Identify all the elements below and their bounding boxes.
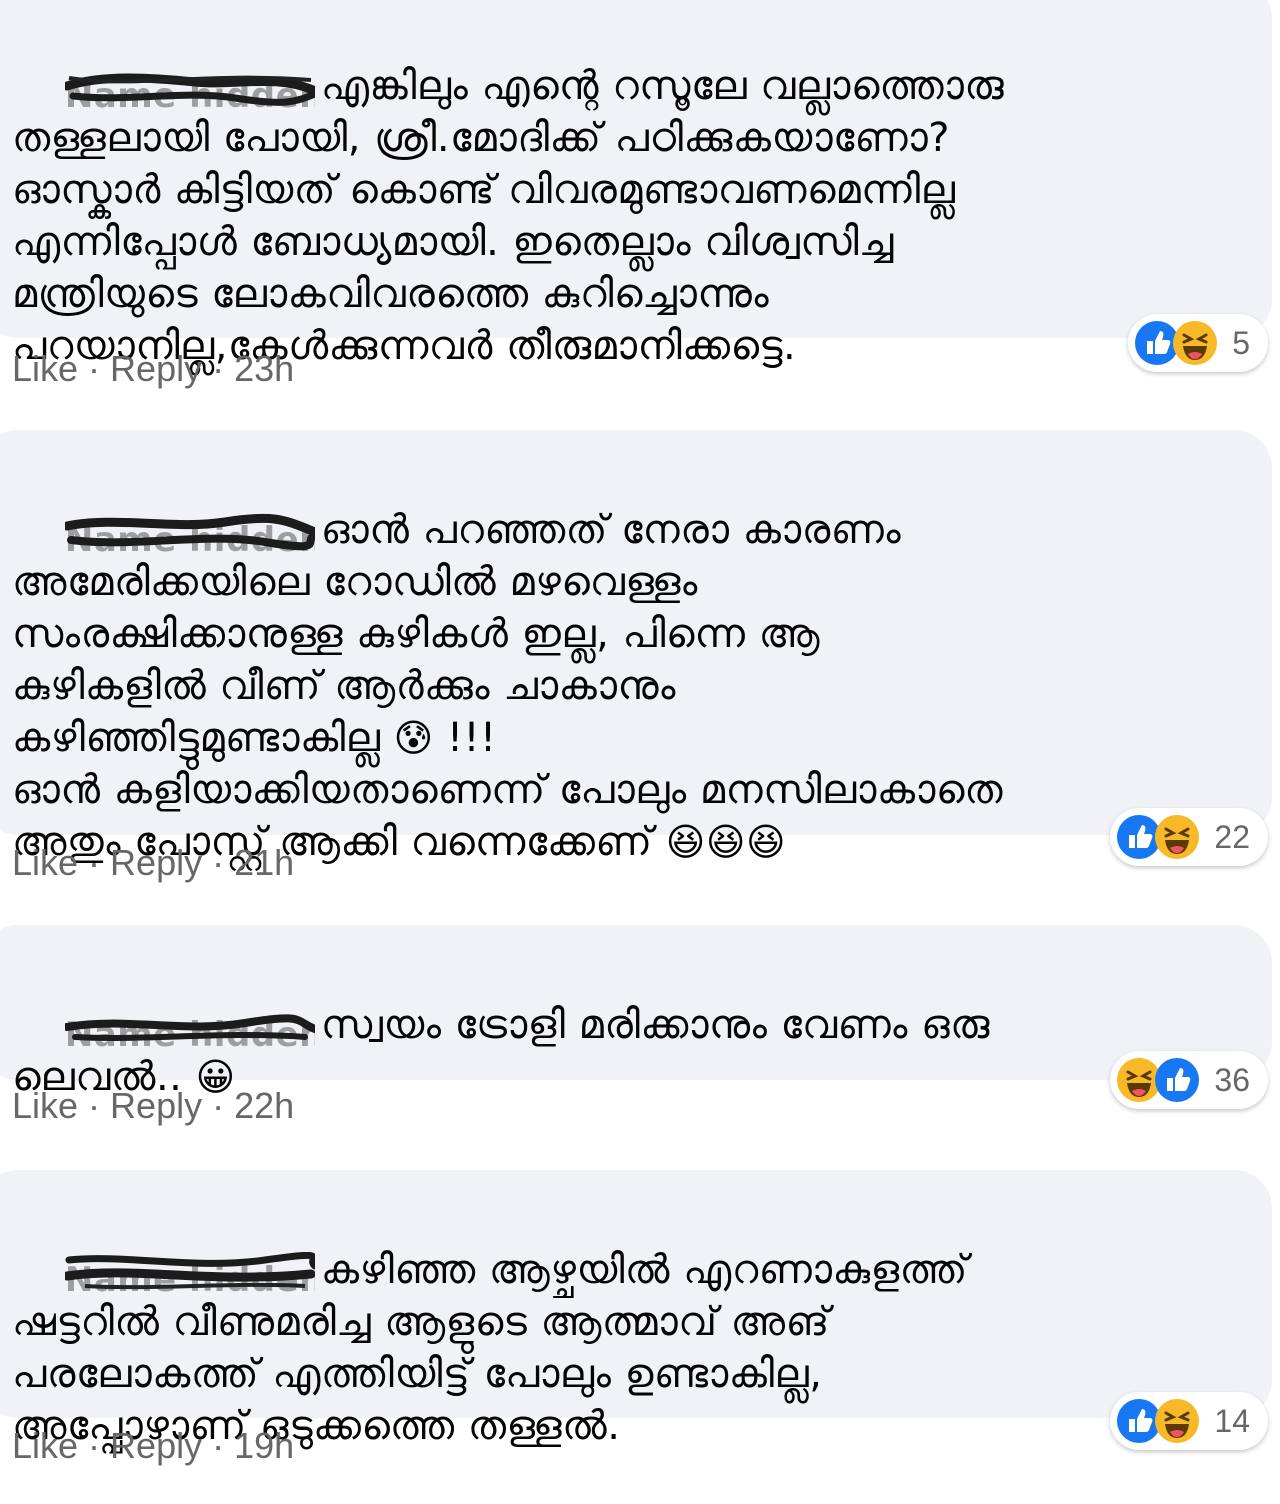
separator-dot: ·	[212, 842, 225, 883]
author-name-redacted[interactable]: Name hidden	[64, 1007, 315, 1047]
comment-timestamp[interactable]: 23h	[234, 348, 294, 390]
reply-link[interactable]: Reply	[110, 348, 202, 390]
comment-timestamp[interactable]: 19h	[234, 1425, 294, 1467]
separator-dot: ·	[88, 842, 101, 883]
reaction-count: 5	[1232, 324, 1250, 361]
haha-icon	[1155, 1399, 1200, 1443]
comment: Name hidden എങ്കിലും എന്റെ റസൂലേ വല്ലാത്…	[0, 0, 1280, 400]
reply-link[interactable]: Reply	[110, 1085, 202, 1127]
like-icon	[1155, 1058, 1200, 1102]
reaction-count: 22	[1214, 818, 1250, 855]
like-link[interactable]: Like	[12, 1085, 78, 1127]
comment-timestamp[interactable]: 22h	[234, 1085, 294, 1127]
separator-dot: ·	[88, 1425, 101, 1466]
reply-link[interactable]: Reply	[110, 1425, 202, 1467]
redaction-scribble	[64, 1014, 315, 1041]
like-link[interactable]: Like	[12, 842, 78, 884]
reaction-count: 14	[1214, 1402, 1250, 1439]
emoji-laughing: 😆😆😆	[665, 820, 787, 864]
like-link[interactable]: Like	[12, 1425, 78, 1467]
reaction-summary[interactable]: 36	[1110, 1051, 1268, 1109]
comment: Name hidden സ്വയം ട്രോളി മരിക്കാനും വേണം…	[0, 925, 1280, 1155]
reaction-count: 36	[1214, 1061, 1250, 1098]
reply-link[interactable]: Reply	[110, 842, 202, 884]
like-link[interactable]: Like	[12, 348, 78, 390]
haha-icon	[1155, 815, 1200, 859]
haha-icon	[1173, 321, 1218, 365]
separator-dot: ·	[88, 1085, 101, 1126]
comment-actions: Like · Reply · 22h	[12, 1085, 294, 1127]
emoji-sweat: 😰	[393, 716, 434, 760]
comment-actions: Like · Reply · 21h	[12, 842, 294, 884]
separator-dot: ·	[212, 1425, 225, 1466]
reaction-summary[interactable]: 5	[1128, 314, 1268, 372]
author-name-redacted[interactable]: Name hidden	[64, 68, 315, 108]
reaction-summary[interactable]: 22	[1110, 808, 1268, 866]
redaction-scribble	[64, 513, 315, 551]
author-name-redacted[interactable]: Name hidden	[64, 512, 315, 552]
separator-dot: ·	[212, 1085, 225, 1126]
comment: Name hidden ഓൻ പറഞ്ഞത് നേരാ കാരണം അമേരിക…	[0, 430, 1280, 900]
author-name-redacted[interactable]: Name hidden	[64, 1252, 315, 1292]
redaction-scribble	[64, 73, 315, 106]
comment-timestamp[interactable]: 21h	[234, 842, 294, 884]
separator-dot: ·	[88, 348, 101, 389]
comment: Name hidden കഴിഞ്ഞ ആഴ്ചയിൽ എറണാകുളത്ത് ഷ…	[0, 1170, 1280, 1470]
redaction-scribble	[64, 1252, 315, 1290]
reaction-summary[interactable]: 14	[1110, 1392, 1268, 1450]
comment-actions: Like · Reply · 19h	[12, 1425, 294, 1467]
separator-dot: ·	[212, 348, 225, 389]
comment-actions: Like · Reply · 23h	[12, 348, 294, 390]
